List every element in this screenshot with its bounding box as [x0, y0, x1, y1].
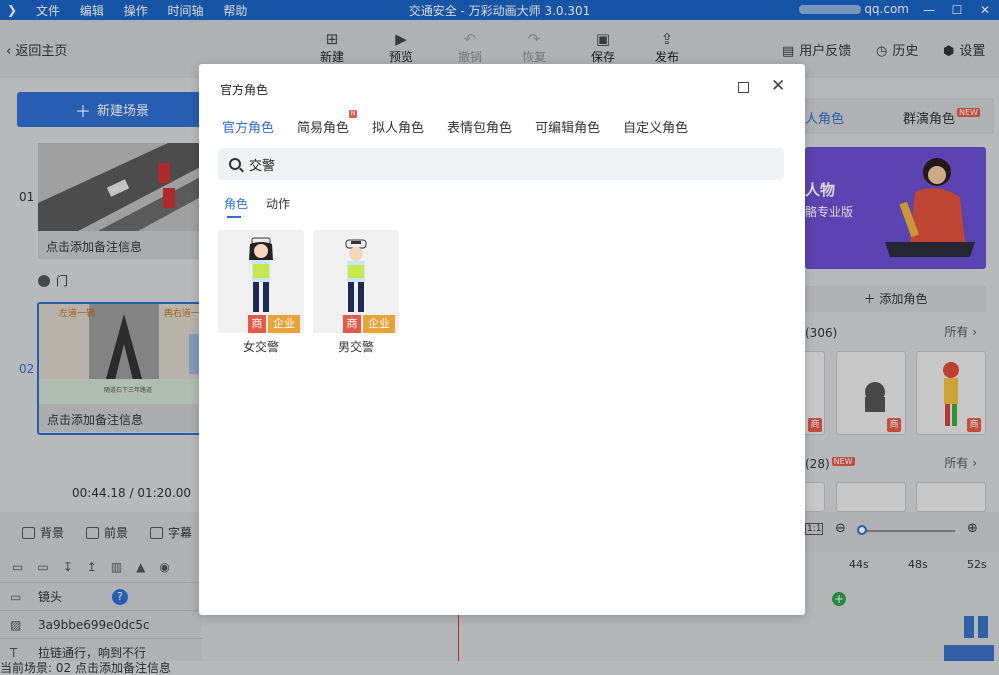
role-name: 男交警 — [337, 340, 374, 354]
subtab-role[interactable]: 角色 — [224, 195, 248, 218]
tab-anthropomorphic-role[interactable]: 拟人角色 — [372, 117, 424, 136]
official-role-dialog: 官方角色 ✕ 官方角色 简易角色 N 拟人角色 表情包角色 可编辑角色 自定义角色… — [199, 64, 805, 615]
enterprise-tag: 企业 — [363, 315, 395, 333]
commercial-tag: 商 — [343, 315, 361, 333]
search-subtabs: 角色 动作 — [224, 195, 308, 218]
commercial-tag: 商 — [248, 315, 266, 333]
maximize-icon[interactable] — [738, 82, 749, 93]
role-card[interactable]: 商 企业 — [313, 230, 399, 333]
tab-emoji-role[interactable]: 表情包角色 — [447, 117, 512, 136]
tab-editable-role[interactable]: 可编辑角色 — [535, 117, 600, 136]
role-name: 女交警 — [242, 340, 279, 354]
role-card[interactable]: 商 企业 — [218, 230, 304, 333]
tab-custom-role[interactable]: 自定义角色 — [623, 117, 688, 136]
subtab-action[interactable]: 动作 — [266, 195, 290, 212]
close-icon[interactable]: ✕ — [771, 76, 785, 96]
dialog-title: 官方角色 — [220, 83, 269, 97]
search-icon — [229, 158, 241, 170]
tab-official-role[interactable]: 官方角色 — [222, 117, 274, 136]
role-category-tabs: 官方角色 简易角色 N 拟人角色 表情包角色 可编辑角色 自定义角色 — [222, 110, 711, 136]
new-badge: N — [349, 110, 358, 118]
simple-role-label: 简易角色 — [297, 121, 350, 136]
search-input[interactable] — [249, 156, 749, 172]
search-box — [218, 148, 784, 180]
enterprise-tag: 企业 — [268, 315, 300, 333]
tab-simple-role[interactable]: 简易角色 N — [297, 110, 358, 136]
